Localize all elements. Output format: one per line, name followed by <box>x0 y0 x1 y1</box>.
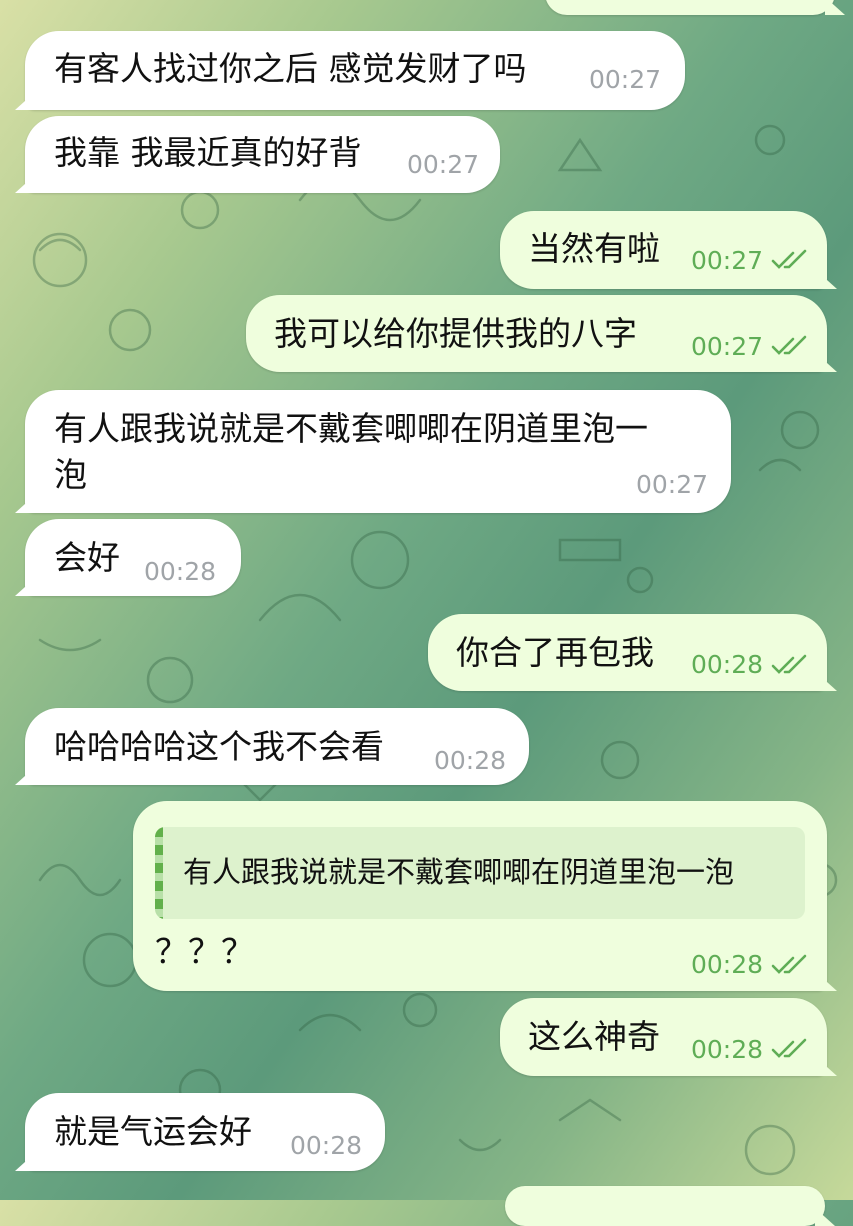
message-bubble-incoming[interactable]: 会好 00:28 <box>25 519 241 596</box>
message-time: 00:28 <box>691 1035 764 1064</box>
message-text: 你合了再包我 <box>456 633 654 672</box>
message-bubble-outgoing[interactable]: 当然有啦 00:27 <box>500 211 827 289</box>
message-text-line-2: 泡 <box>54 455 87 494</box>
read-double-check-icon <box>771 249 807 269</box>
message-time: 00:28 <box>691 950 764 979</box>
message-bubble-outgoing[interactable]: 这么神奇 00:28 <box>500 998 827 1076</box>
message-text: 会好 <box>54 538 120 577</box>
message-bubble-incoming[interactable]: 就是气运会好 00:28 <box>25 1093 385 1171</box>
message-text: 我靠 我最近真的好背 <box>54 133 362 172</box>
message-bubble-incoming[interactable]: 哈哈哈哈这个我不会看 00:28 <box>25 708 529 785</box>
message-text: 有客人找过你之后 感觉发财了吗 <box>54 49 527 88</box>
message-time: 00:27 <box>589 65 662 94</box>
reply-quote-bar <box>155 827 163 919</box>
message-bubble-incoming[interactable]: 我靠 我最近真的好背 00:27 <box>25 116 500 193</box>
message-time: 00:28 <box>691 650 764 679</box>
read-double-check-icon <box>771 654 807 674</box>
message-text: 这么神奇 <box>528 1017 660 1056</box>
message-text: 就是气运会好 <box>54 1112 252 1151</box>
message-bubble-outgoing[interactable]: 你合了再包我 00:28 <box>428 614 827 691</box>
message-bubble-outgoing-reply[interactable]: 有人跟我说就是不戴套唧唧在阴道里泡一泡 ？？？ 00:28 <box>133 801 827 991</box>
reply-quote[interactable]: 有人跟我说就是不戴套唧唧在阴道里泡一泡 <box>155 827 805 919</box>
message-time: 00:27 <box>407 150 480 179</box>
message-bubble-incoming[interactable]: 有客人找过你之后 感觉发财了吗 00:27 <box>25 31 685 110</box>
read-double-check-icon <box>771 954 807 974</box>
reply-quote-text: 有人跟我说就是不戴套唧唧在阴道里泡一泡 <box>183 855 735 889</box>
message-text-line-1: 有人跟我说就是不戴套唧唧在阴道里泡一 <box>54 409 648 448</box>
message-bubble-partial <box>545 0 835 15</box>
message-text: 哈哈哈哈这个我不会看 <box>54 727 384 766</box>
message-bubble-partial <box>505 1186 825 1226</box>
message-time: 00:27 <box>691 332 764 361</box>
message-bubble-outgoing[interactable]: 我可以给你提供我的八字 00:27 <box>246 295 827 372</box>
read-double-check-icon <box>771 335 807 355</box>
message-time: 00:28 <box>290 1131 363 1160</box>
message-text: 我可以给你提供我的八字 <box>274 314 637 353</box>
message-text: 当然有啦 <box>528 229 660 268</box>
message-text: ？？？ <box>155 932 254 971</box>
message-bubble-incoming[interactable]: 有人跟我说就是不戴套唧唧在阴道里泡一 泡 00:27 <box>25 390 731 513</box>
message-time: 00:28 <box>434 746 507 775</box>
message-time: 00:27 <box>636 470 709 499</box>
read-double-check-icon <box>771 1038 807 1058</box>
message-time: 00:28 <box>144 557 217 586</box>
message-time: 00:27 <box>691 246 764 275</box>
